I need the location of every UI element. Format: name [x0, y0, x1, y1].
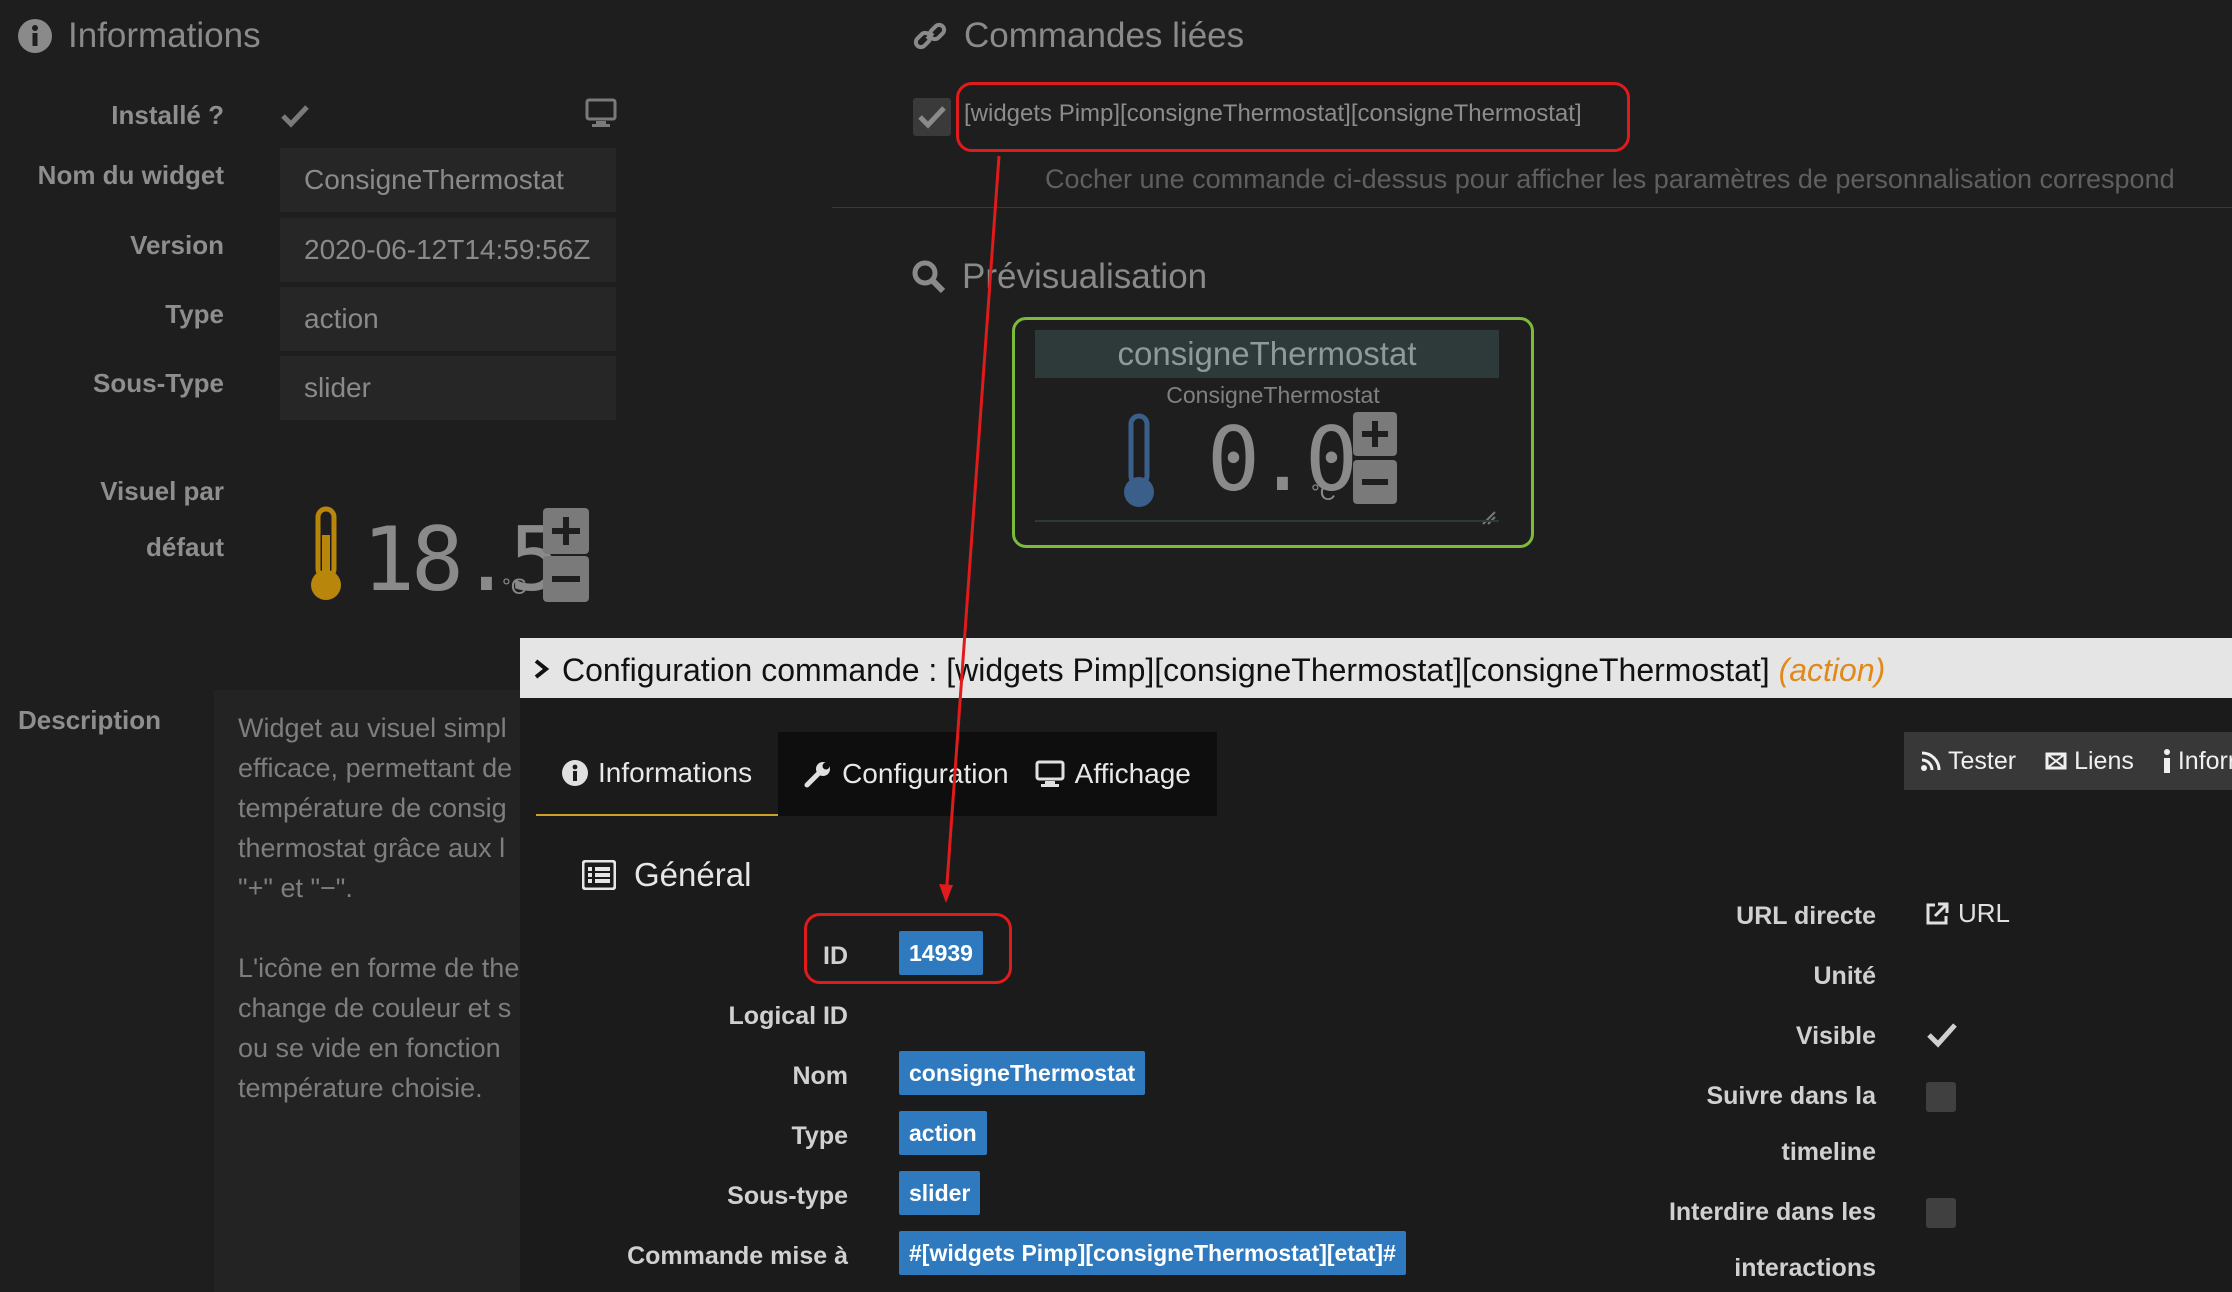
minus-icon[interactable]	[543, 556, 589, 602]
modal-action-buttons: Tester Liens Inforr	[1904, 732, 2232, 790]
info-icon	[2163, 749, 2170, 773]
description-label: Description	[18, 705, 162, 735]
preview-widget-border	[1035, 520, 1499, 522]
resize-handle-icon[interactable]	[1481, 510, 1497, 526]
nom-value: consigneThermostat	[899, 1051, 1146, 1095]
visuel-label-2: défaut	[146, 532, 224, 562]
informations-button[interactable]: Inforr	[2162, 747, 2232, 776]
modal-title-type: (action)	[1778, 652, 1886, 688]
link-icon	[2045, 752, 2067, 770]
chevron-right-icon[interactable]	[532, 658, 550, 680]
thermometer-icon	[311, 506, 341, 600]
plus-icon[interactable]	[543, 508, 589, 554]
link-icon	[913, 22, 947, 50]
preview-minus-icon[interactable]	[1353, 460, 1397, 504]
tab-informations[interactable]: Informations	[536, 732, 779, 816]
tab-affichage[interactable]: Affichage	[1034, 732, 1217, 816]
interdire-label-2: interactions	[1734, 1254, 1876, 1282]
modal-header[interactable]: Configuration commande : [widgets Pimp][…	[520, 638, 2232, 698]
liens-button[interactable]: Liens	[2044, 747, 2134, 776]
widget-name-field[interactable]: ConsigneThermostat	[280, 148, 616, 212]
informations-title-text: Informations	[68, 16, 261, 55]
preview-widget-title: consigneThermostat	[1035, 330, 1499, 378]
default-visual-value: 18.5	[362, 508, 562, 611]
monitor-icon[interactable]	[585, 98, 617, 128]
search-icon	[912, 260, 946, 294]
suivre-label-2: timeline	[1781, 1138, 1876, 1166]
installed-checkbox[interactable]	[280, 102, 310, 130]
subtype-field[interactable]: slider	[280, 356, 616, 420]
list-icon	[582, 860, 616, 890]
commandes-hint: Cocher une commande ci-dessus pour affic…	[1045, 164, 2175, 194]
monitor-icon	[1035, 760, 1065, 787]
commande-mise-a-value: #[widgets Pimp][consigneThermostat][etat…	[899, 1231, 1406, 1275]
type-value: action	[899, 1111, 987, 1155]
unite-label: Unité	[1813, 962, 1877, 990]
modal-title: Configuration commande : [widgets Pimp][…	[562, 652, 1779, 688]
annotation-linked-command-box	[956, 82, 1630, 152]
rss-icon	[1921, 751, 1941, 771]
interdire-label-1: Interdire dans les	[1668, 1198, 1876, 1226]
description-text[interactable]: Widget au visuel simpl efficace, permett…	[214, 690, 544, 1292]
field-label-soustype: Sous-type	[727, 1182, 848, 1210]
visible-label: Visible	[1795, 1022, 1876, 1050]
field-label-nom: Nom	[792, 1062, 848, 1090]
field-label-logicalid: Logical ID	[728, 1002, 848, 1030]
url-link[interactable]: URL	[1924, 898, 2010, 929]
field-label-type: Type	[791, 1122, 849, 1150]
type-field[interactable]: action	[280, 287, 616, 351]
preview-thermometer-icon	[1124, 413, 1154, 507]
external-link-icon	[1926, 902, 1949, 924]
annotation-id-box	[804, 913, 1012, 984]
info-icon	[18, 19, 52, 53]
commandes-title: Commandes liées	[912, 16, 1244, 56]
informations-title: Informations	[18, 16, 261, 56]
preview-title: Prévisualisation	[912, 257, 1207, 297]
general-section-title: Général	[582, 856, 751, 894]
tab-configuration[interactable]: Configuration	[778, 732, 1035, 816]
modal-tabs: Informations Configuration Affichage	[536, 732, 1217, 816]
field-label-type: Type	[165, 299, 224, 329]
url-directe-label: URL directe	[1736, 902, 1876, 930]
preview-widget-subtitle: ConsigneThermostat	[1166, 382, 1380, 408]
linked-command-checkbox[interactable]	[913, 98, 951, 136]
installed-label: Installé ?	[111, 100, 224, 130]
field-label-commande-mise-a: Commande mise à	[627, 1242, 848, 1270]
visuel-label-1: Visuel par	[100, 476, 224, 506]
default-visual-unit: °C	[502, 574, 527, 599]
command-config-modal: Configuration commande : [widgets Pimp][…	[520, 638, 2232, 1292]
check-icon	[918, 106, 946, 129]
visible-checkbox[interactable]	[1926, 1020, 1958, 1050]
interdire-interactions-checkbox[interactable]	[1926, 1198, 1956, 1228]
field-label-soustype: Sous-Type	[93, 368, 224, 398]
divider	[832, 207, 2232, 208]
tester-button[interactable]: Tester	[1920, 747, 2016, 776]
info-icon	[562, 760, 588, 786]
version-field[interactable]: 2020-06-12T14:59:56Z	[280, 218, 616, 282]
preview-plus-icon[interactable]	[1353, 412, 1397, 456]
preview-widget: consigneThermostat ConsigneThermostat 0.…	[1012, 317, 1534, 548]
suivre-timeline-checkbox[interactable]	[1926, 1082, 1956, 1112]
preview-unit: °C	[1311, 480, 1336, 505]
field-label-nom: Nom du widget	[37, 160, 224, 190]
suivre-label-1: Suivre dans la	[1706, 1082, 1876, 1110]
wrench-icon	[804, 762, 831, 788]
field-label-version: Version	[130, 230, 224, 260]
soustype-value: slider	[899, 1171, 981, 1215]
